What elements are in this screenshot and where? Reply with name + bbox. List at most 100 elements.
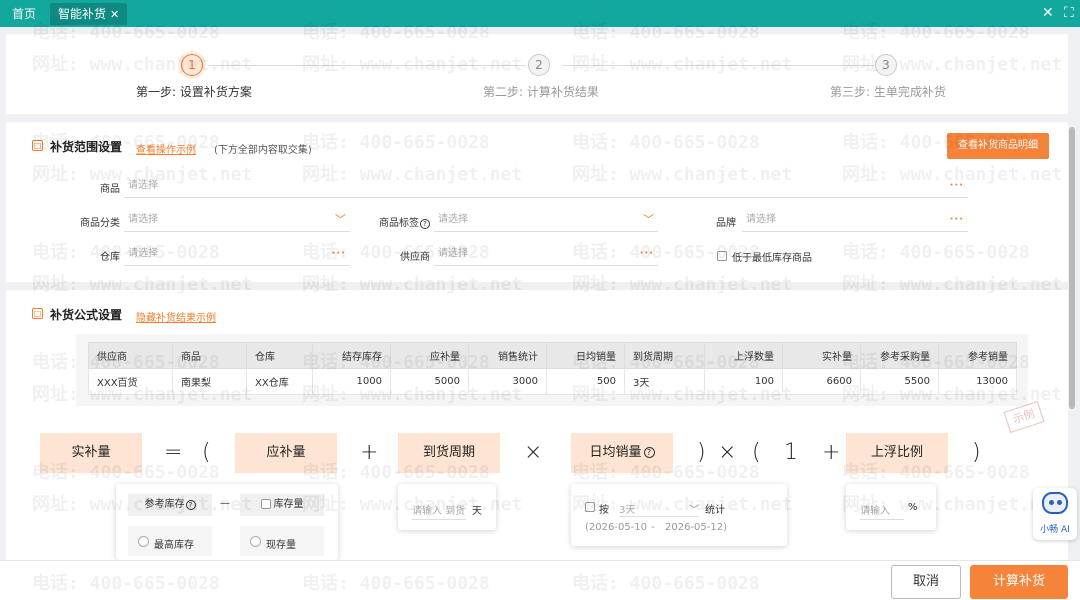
day-unit: 天 (472, 506, 482, 517)
tag-placeholder: 请选择 (438, 214, 468, 225)
category-label: 商品分类 (80, 218, 120, 229)
col-warehouse: 仓库 (246, 342, 313, 369)
current-qty-label: 现存量 (266, 540, 296, 551)
bottom-action-bar: 电话: 400-665-0028 电话: 400-665-0028 电话: 40… (0, 560, 1080, 600)
result-example-table: 供应商 商品 仓库 结存库存 应补量 销售统计 日均销量 到货周期 上浮数量 实… (76, 334, 1045, 434)
cell-arrival-cycle: 3天 (624, 368, 705, 395)
more-icon[interactable]: ··· (950, 210, 964, 230)
low-stock-checkbox[interactable] (717, 251, 727, 261)
days-select[interactable]: 3天 ﹀ (619, 501, 699, 517)
left-paren: ( (752, 440, 761, 465)
tab-home[interactable]: 首页 (12, 3, 36, 25)
stock-qty-select[interactable]: 库存量 (240, 494, 324, 516)
tag-select[interactable]: 请选择 ﹀ (434, 210, 658, 232)
ai-assistant-button[interactable]: 小畅 AI (1033, 488, 1077, 540)
example-stamp: 示例 (1003, 400, 1045, 434)
cell-daily-sales: 500 (546, 368, 625, 395)
max-stock-radio[interactable] (138, 536, 149, 547)
col-should-replenish: 应补量 (390, 342, 469, 369)
cell-sales-stat: 3000 (468, 368, 547, 395)
supplier-placeholder: 请选择 (438, 248, 468, 259)
warehouse-input[interactable]: 请选择 ··· (124, 244, 350, 266)
cell-supplier: XXX百货 (88, 368, 173, 395)
step-3-label: 第三步: 生单完成补货 (830, 85, 946, 99)
col-ref-purchase: 参考采购量 (860, 342, 939, 369)
arrival-cycle-dropdown: 请输入 到货 天 (398, 484, 496, 530)
col-sales-stat: 销售统计 (468, 342, 547, 369)
should-replenish-box[interactable]: 应补量 (235, 433, 337, 473)
robot-icon (1042, 492, 1068, 514)
fullscreen-icon[interactable]: ⛶ (1064, 4, 1074, 22)
warehouse-label: 仓库 (100, 252, 120, 263)
right-paren: ) (972, 440, 981, 465)
product-label: 商品 (100, 184, 120, 195)
cell-should-replenish: 5000 (390, 368, 469, 395)
formula-section-icon: □ (32, 308, 43, 319)
percent-unit: % (908, 502, 918, 513)
should-replenish-dropdown: 参考库存? — 库存量 最高库存 现存量 (116, 484, 338, 560)
current-qty-radio[interactable] (250, 536, 261, 547)
minus-symbol: — (220, 498, 230, 509)
right-paren: ) (697, 440, 706, 465)
ref-stock-select[interactable]: 参考库存? (128, 494, 212, 516)
tab-label: 智能补货 (58, 7, 107, 21)
intersection-note: (下方全部内容取交集) (214, 145, 312, 156)
step-2-circle: 2 (528, 54, 550, 76)
col-actual-replenish: 实补量 (782, 342, 861, 369)
plus-symbol: + (822, 440, 841, 465)
max-stock-label: 最高库存 (154, 540, 194, 551)
stock-qty-checkbox[interactable] (260, 499, 271, 509)
scrollbar[interactable] (1069, 127, 1075, 409)
tab-close-icon[interactable]: ✕ (110, 8, 119, 21)
tag-label: 商品标签? (370, 214, 430, 229)
col-product: 商品 (172, 342, 247, 369)
date-to: 2026-05-12) (665, 522, 728, 533)
step-connector (562, 65, 874, 66)
more-icon[interactable]: ··· (640, 244, 654, 264)
more-icon[interactable]: ··· (950, 176, 964, 196)
step-2-label: 第二步: 计算补货结果 (483, 85, 599, 99)
ai-assistant-label: 小畅 AI (1040, 525, 1070, 535)
hide-result-example-link[interactable]: 隐藏补货结果示例 (136, 309, 216, 324)
date-from: (2026-05-10 (585, 522, 648, 533)
more-icon[interactable]: ··· (332, 244, 346, 264)
help-icon[interactable]: ? (185, 500, 196, 510)
cell-actual-replenish: 6600 (782, 368, 861, 395)
tab-smart-replenishment[interactable]: 智能补货 ✕ (50, 3, 128, 25)
supplier-label: 供应商 (400, 252, 430, 263)
formula-section-title: 补货公式设置 (50, 308, 123, 322)
date-dash: - (651, 522, 655, 533)
float-ratio-input[interactable]: 请输入 (860, 502, 904, 520)
col-daily-sales: 日均销量 (546, 342, 625, 369)
cell-ending-stock: 1000 (312, 368, 391, 395)
cell-float-qty: 100 (704, 368, 783, 395)
chevron-down-icon: ﹀ (643, 213, 654, 226)
arrival-cycle-box[interactable]: 到货周期 (398, 433, 500, 473)
daily-sales-box[interactable]: 日均销量? (571, 433, 673, 473)
arrival-cycle-input[interactable]: 请输入 到货 (412, 502, 466, 520)
close-window-icon[interactable]: ✕ (1042, 4, 1054, 22)
step-3-circle: 3 (875, 54, 897, 76)
cell-ref-sales: 13000 (938, 368, 1017, 395)
brand-input[interactable]: 请选择 ··· (742, 210, 968, 232)
by-days-checkbox[interactable] (585, 502, 595, 512)
help-icon[interactable]: ? (643, 447, 655, 458)
supplier-input[interactable]: 请选择 ··· (434, 244, 658, 266)
range-section-icon: □ (32, 140, 43, 151)
view-example-link[interactable]: 查看操作示例 (136, 141, 196, 156)
range-section-title: 补货范围设置 (50, 140, 123, 154)
brand-label: 品牌 (716, 218, 736, 229)
product-input[interactable]: 请选择 ··· (124, 176, 968, 198)
view-replenish-details-button[interactable]: 查看补货商品明细 (947, 133, 1049, 159)
calculate-replenish-button[interactable]: 计算补货 (970, 565, 1068, 599)
brand-placeholder: 请选择 (746, 214, 776, 225)
col-float-qty: 上浮数量 (704, 342, 783, 369)
help-icon[interactable]: ? (420, 219, 430, 229)
cancel-button[interactable]: 取消 (891, 565, 961, 599)
equals-symbol: = (164, 440, 183, 465)
robot-eye (1057, 500, 1062, 505)
category-select[interactable]: 请选择 ﹀ (124, 210, 350, 232)
float-ratio-box[interactable]: 上浮比例 (846, 433, 948, 473)
chevron-down-icon: ﹀ (689, 505, 699, 516)
watermark: 电话: 400-665-0028 (572, 573, 760, 594)
